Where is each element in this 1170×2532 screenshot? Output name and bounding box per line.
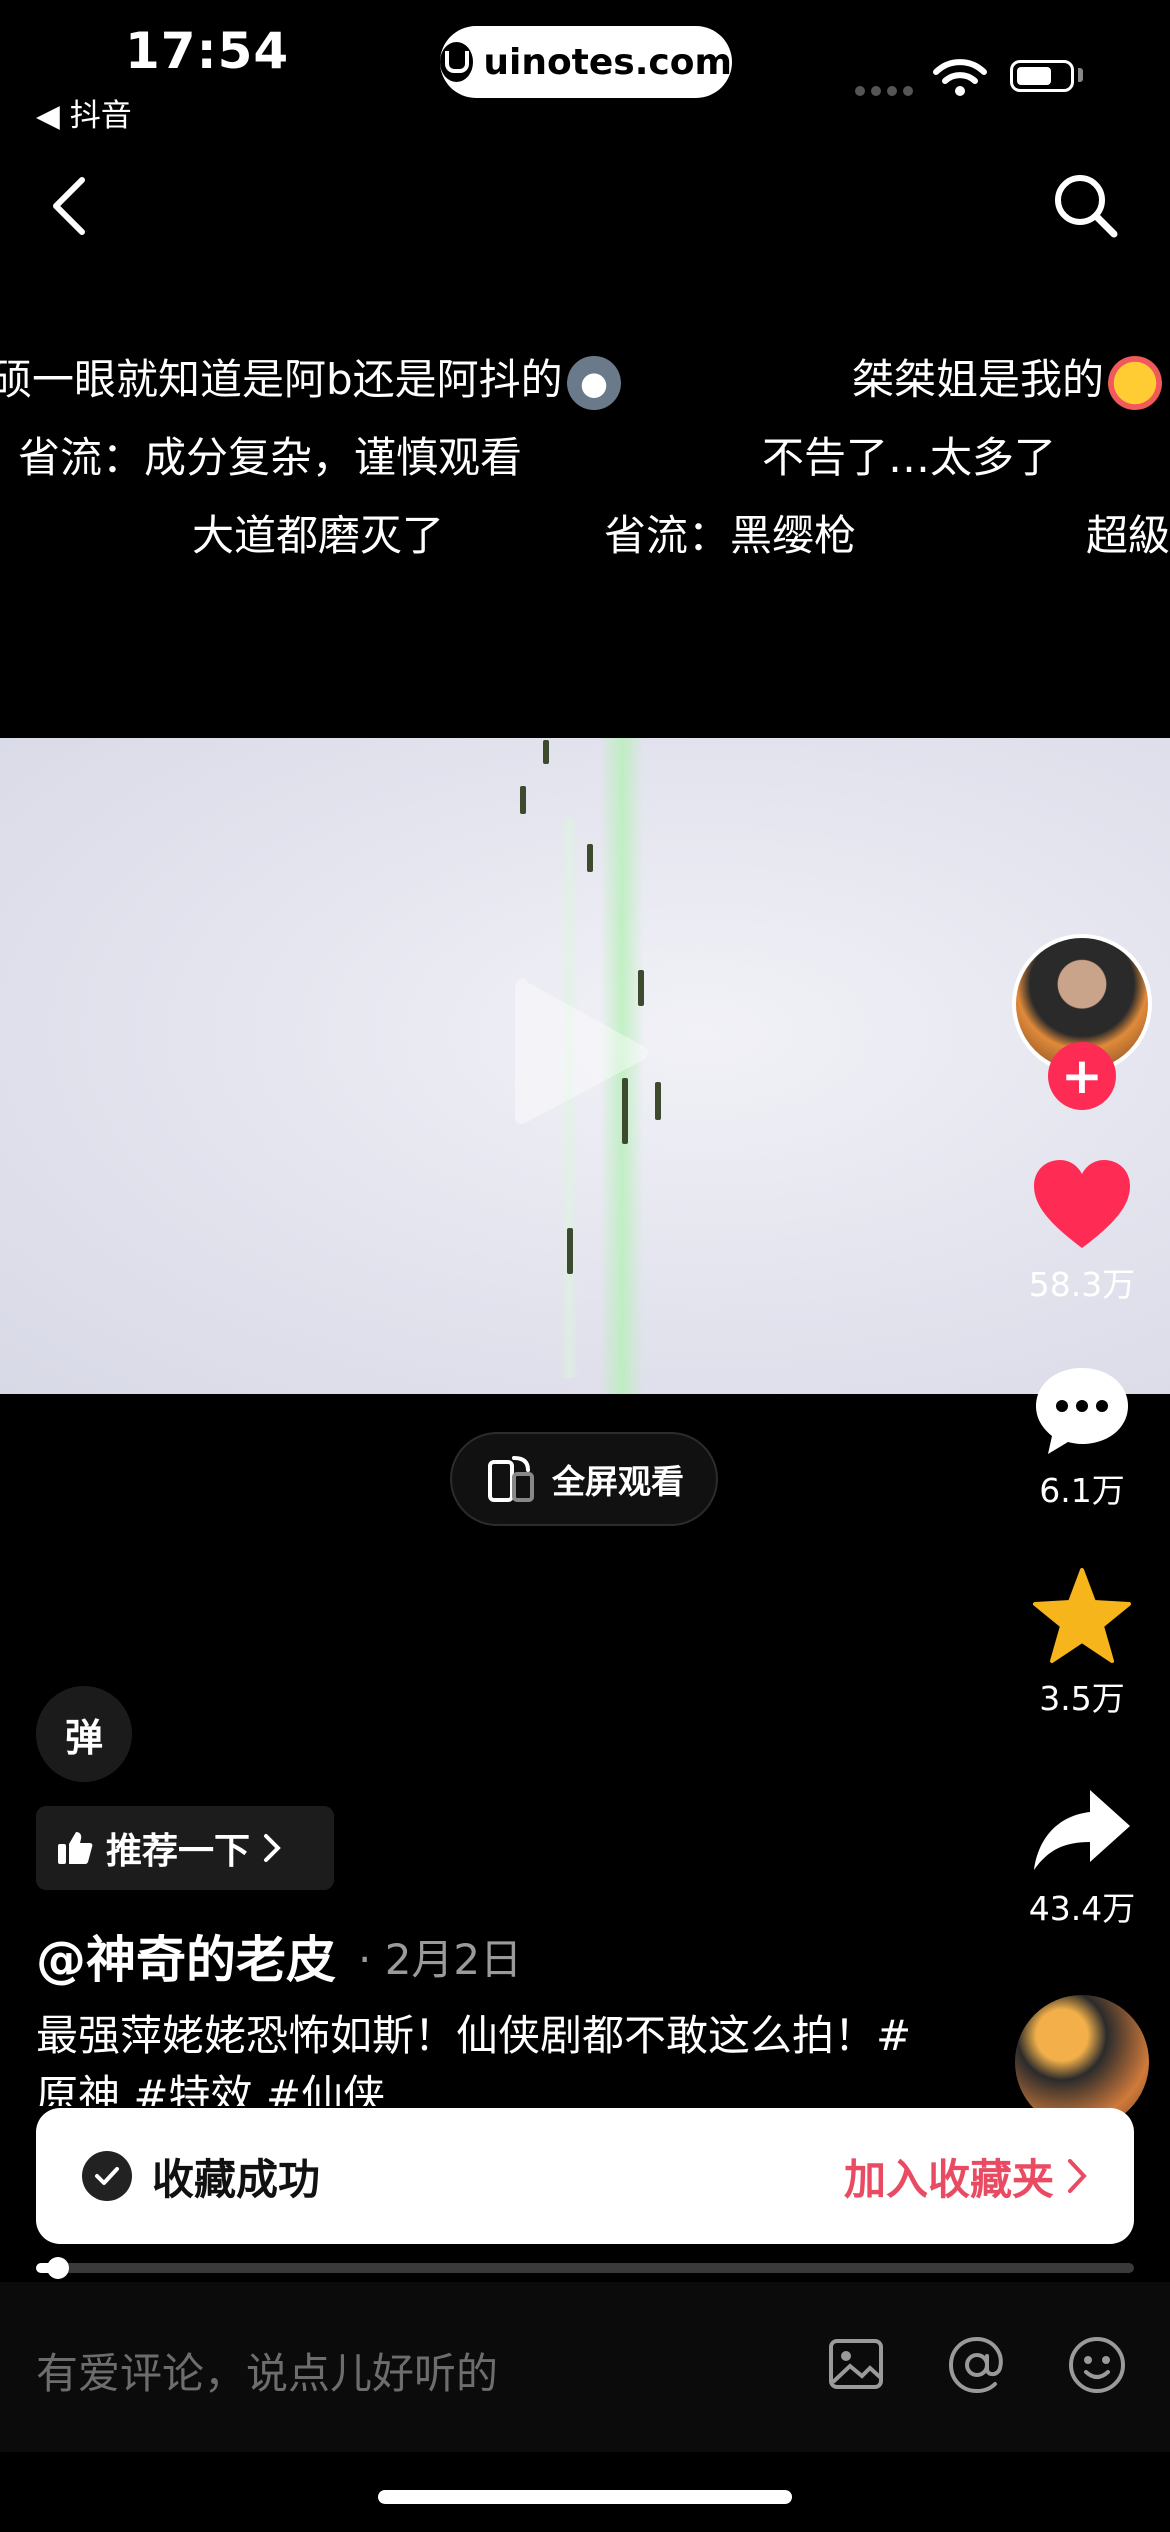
comment-input[interactable]: 有爱评论，说点儿好听的 bbox=[36, 2340, 498, 2401]
danmaku-item: 大道都磨灭了 bbox=[192, 511, 445, 560]
share-button[interactable]: 43.4万 bbox=[1007, 1786, 1157, 1930]
cellular-signal-icon bbox=[855, 86, 913, 96]
back-to-app-link[interactable]: ◀ 抖音 bbox=[36, 90, 132, 135]
share-count: 43.4万 bbox=[1028, 1889, 1136, 1928]
add-to-folder-button[interactable]: 加入收藏夹 bbox=[844, 2146, 1088, 2207]
image-icon[interactable] bbox=[826, 2334, 886, 2394]
comment-count: 6.1万 bbox=[1039, 1471, 1125, 1510]
play-icon[interactable] bbox=[505, 968, 655, 1138]
chevron-right-icon bbox=[264, 1834, 281, 1862]
video-caption[interactable]: 最强萍姥姥恐怖如斯！仙侠剧都不敢这么拍！#原神 #特效 #仙侠 bbox=[36, 2006, 916, 2106]
at-mention-icon[interactable] bbox=[946, 2334, 1008, 2396]
site-watermark: uinotes.com bbox=[440, 26, 732, 98]
battery-tip bbox=[1078, 68, 1083, 82]
recommend-button[interactable]: 推荐一下 bbox=[36, 1806, 334, 1890]
toast-message: 收藏成功 bbox=[152, 2154, 321, 2204]
comment-bubble-icon bbox=[1036, 1368, 1128, 1454]
danmaku-item: 不告了…太多了 bbox=[762, 433, 1057, 482]
like-count: 58.3万 bbox=[1028, 1265, 1136, 1304]
emoji-icon[interactable] bbox=[1066, 2334, 1128, 2396]
status-time: 17:54 bbox=[125, 22, 290, 80]
danmaku-item: 超級 bbox=[1086, 511, 1170, 560]
danmaku-item: 省流：成分复杂，谨慎观看 bbox=[18, 433, 523, 482]
favorite-count: 3.5万 bbox=[1039, 1679, 1125, 1718]
wifi-icon bbox=[933, 59, 987, 96]
back-arrow-icon[interactable] bbox=[48, 176, 88, 236]
danmaku-item: 桀桀姐是我的 bbox=[852, 346, 1163, 410]
search-icon[interactable] bbox=[1050, 170, 1120, 240]
favorite-button[interactable]: 3.5万 bbox=[1007, 1566, 1157, 1720]
battery-icon bbox=[1010, 60, 1074, 92]
video-progress-handle[interactable] bbox=[46, 2257, 69, 2279]
video-progress-track[interactable] bbox=[36, 2263, 1134, 2273]
favorite-toast: 收藏成功 加入收藏夹 bbox=[36, 2108, 1134, 2244]
fullscreen-label: 全屏观看 bbox=[552, 1462, 684, 1501]
thumbs-up-icon bbox=[58, 1832, 93, 1864]
author-name[interactable]: @神奇的老皮 bbox=[36, 1920, 336, 1992]
follow-plus-button[interactable]: + bbox=[1048, 1042, 1116, 1110]
star-icon bbox=[1033, 1568, 1131, 1663]
heart-eyes-emoji-icon bbox=[1108, 355, 1163, 410]
post-date: · 2月2日 bbox=[358, 1935, 523, 1984]
site-name: uinotes.com bbox=[483, 41, 732, 83]
site-logo-icon bbox=[440, 42, 474, 82]
comment-button[interactable]: 6.1万 bbox=[1007, 1362, 1157, 1512]
check-circle-icon bbox=[82, 2151, 132, 2201]
danmaku-item: 省流：黑缨枪 bbox=[604, 511, 857, 560]
danmaku-item: 硕一眼就知道是阿b还是阿抖的 bbox=[0, 346, 621, 410]
like-button[interactable]: 58.3万 bbox=[1007, 1156, 1157, 1306]
chevron-right-icon bbox=[1068, 2159, 1087, 2193]
recommend-label: 推荐一下 bbox=[106, 1831, 251, 1872]
danmaku-toggle-button[interactable]: 弹 bbox=[36, 1686, 132, 1782]
heart-icon bbox=[1034, 1160, 1130, 1248]
video-player[interactable] bbox=[0, 738, 1170, 1394]
add-to-folder-label: 加入收藏夹 bbox=[843, 2154, 1054, 2204]
home-indicator bbox=[378, 2490, 792, 2504]
fullscreen-button[interactable]: 全屏观看 bbox=[450, 1432, 718, 1526]
husky-emoji-icon bbox=[566, 355, 621, 410]
rotate-phone-icon bbox=[488, 1456, 534, 1502]
share-arrow-icon bbox=[1034, 1790, 1130, 1870]
